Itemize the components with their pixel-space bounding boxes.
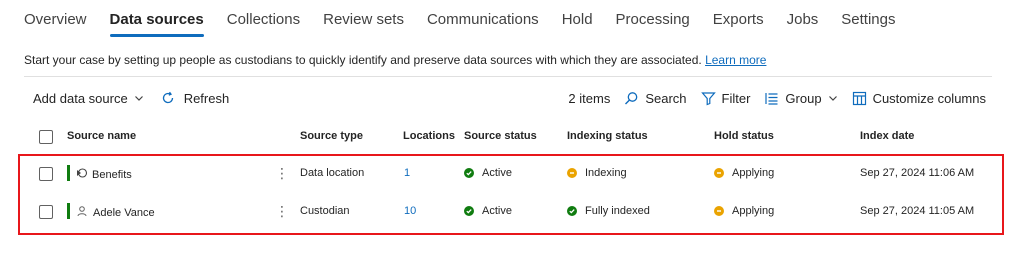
learn-more-link[interactable]: Learn more (705, 53, 766, 67)
indexing-status: Indexing (567, 167, 627, 179)
filter-label: Filter (721, 90, 751, 106)
more-options-icon[interactable]: ⋮ (275, 202, 289, 220)
pending-icon (567, 168, 577, 178)
refresh-button[interactable]: Refresh (160, 90, 230, 106)
hold-status: Applying (714, 167, 774, 179)
column-source-status[interactable]: Source status (464, 130, 537, 142)
intro-description: Start your case by setting up people as … (24, 53, 702, 67)
column-source-type[interactable]: Source type (300, 130, 363, 142)
search-label: Search (645, 90, 687, 106)
row-checkbox[interactable] (39, 205, 53, 219)
customize-columns-label: Customize columns (872, 90, 986, 106)
source-name-cell[interactable]: Benefits (76, 167, 132, 182)
tab-jobs[interactable]: Jobs (787, 0, 819, 42)
toolbar-left: Add data source Refresh (33, 88, 229, 108)
table-row[interactable]: Adele Vance ⋮ Custodian 10 Active Fully … (20, 194, 1004, 230)
indexing-status-label: Fully indexed (585, 205, 650, 217)
tab-hold[interactable]: Hold (562, 0, 593, 42)
column-indexing-status[interactable]: Indexing status (567, 130, 648, 142)
tab-collections[interactable]: Collections (227, 0, 300, 42)
column-locations[interactable]: Locations (403, 130, 455, 142)
hold-status: Applying (714, 205, 774, 217)
check-icon (464, 206, 474, 216)
chevron-down-icon (134, 93, 144, 103)
indexing-status-label: Indexing (585, 167, 627, 179)
hold-status-label: Applying (732, 205, 775, 217)
tab-bar: Overview Data sources Collections Review… (24, 0, 919, 42)
items-count: 2 items (568, 90, 611, 106)
tab-communications[interactable]: Communications (427, 0, 539, 42)
column-source-name[interactable]: Source name (67, 130, 136, 142)
filter-button[interactable]: Filter (700, 90, 751, 106)
group-button[interactable]: Group (764, 91, 837, 106)
location-icon (76, 167, 88, 182)
pending-icon (714, 206, 724, 216)
check-icon (567, 206, 577, 216)
group-icon (764, 91, 779, 106)
status-bar (67, 203, 70, 219)
column-index-date[interactable]: Index date (860, 130, 914, 142)
tab-overview[interactable]: Overview (24, 0, 87, 42)
source-name: Benefits (92, 168, 132, 181)
tab-settings[interactable]: Settings (841, 0, 895, 42)
source-status: Active (464, 205, 512, 217)
group-label: Group (785, 90, 822, 106)
table-header: Source name Source type Locations Source… (0, 126, 1024, 148)
status-bar (67, 165, 70, 181)
refresh-label: Refresh (183, 90, 230, 106)
tab-processing[interactable]: Processing (616, 0, 690, 42)
source-status-label: Active (482, 205, 512, 217)
index-date: Sep 27, 2024 11:06 AM (860, 167, 975, 179)
locations-link[interactable]: 10 (404, 205, 416, 217)
refresh-icon (160, 90, 176, 106)
source-name-cell[interactable]: Adele Vance (76, 205, 155, 220)
divider (24, 76, 992, 77)
tab-exports[interactable]: Exports (713, 0, 764, 42)
customize-columns-button[interactable]: Customize columns (852, 91, 986, 106)
indexing-status: Fully indexed (567, 205, 650, 217)
columns-icon (852, 91, 867, 106)
source-type: Data location (300, 167, 365, 179)
person-icon (76, 205, 88, 220)
check-icon (464, 168, 474, 178)
source-status: Active (464, 167, 512, 179)
select-all-checkbox[interactable] (39, 130, 53, 144)
add-data-source-label: Add data source (33, 90, 128, 106)
intro-text: Start your case by setting up people as … (24, 53, 766, 67)
row-checkbox[interactable] (39, 167, 53, 181)
table-row[interactable]: Benefits ⋮ Data location 1 Active Indexi… (20, 156, 1004, 192)
toolbar-right: 2 items Search Filter Group Customize co… (568, 88, 986, 108)
add-data-source-button[interactable]: Add data source (33, 91, 144, 106)
source-type: Custodian (300, 205, 350, 217)
source-status-label: Active (482, 167, 512, 179)
index-date: Sep 27, 2024 11:05 AM (860, 205, 975, 217)
source-name: Adele Vance (93, 206, 155, 219)
search-icon (624, 91, 639, 106)
locations-link[interactable]: 1 (404, 167, 410, 179)
pending-icon (714, 168, 724, 178)
more-options-icon[interactable]: ⋮ (275, 164, 289, 182)
column-hold-status[interactable]: Hold status (714, 130, 774, 142)
filter-icon (700, 91, 716, 106)
chevron-down-icon (828, 93, 838, 103)
search-button[interactable]: Search (624, 90, 687, 106)
hold-status-label: Applying (732, 167, 775, 179)
tab-review-sets[interactable]: Review sets (323, 0, 404, 42)
tab-data-sources[interactable]: Data sources (109, 0, 204, 42)
